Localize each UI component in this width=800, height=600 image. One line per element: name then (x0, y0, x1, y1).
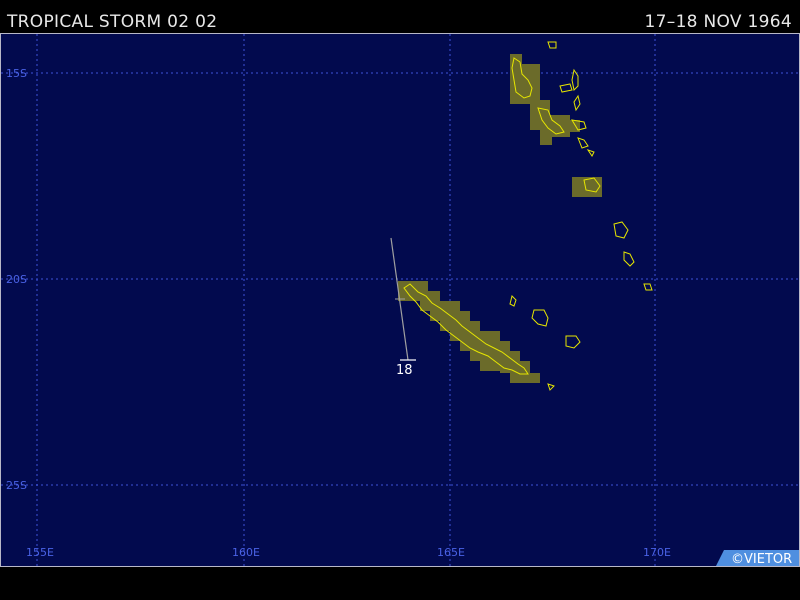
lat-label-15s: 15S (6, 67, 27, 80)
coast-tanna (623, 251, 635, 267)
lat-label-25s: 25S (6, 479, 27, 492)
lon-label-160e: 160E (232, 546, 260, 559)
lon-label-170e: 170E (643, 546, 671, 559)
track-day-label: 18 (396, 363, 413, 378)
coast-aneityum (643, 283, 653, 291)
map-canvas: 15S 20S 25S 155E 160E 165E 170E 18 ©VIET… (1, 34, 799, 567)
lon-label-155e: 155E (26, 546, 54, 559)
land-mask (398, 54, 602, 383)
coast-ouvea (509, 295, 517, 307)
bottom-bar (0, 567, 800, 600)
lon-label-165e: 165E (437, 546, 465, 559)
coast-ambae (559, 83, 573, 93)
coast-pentecost (573, 94, 581, 112)
coast-epi (577, 137, 589, 149)
coast-lifou (531, 309, 549, 327)
credit-badge: ©VIETOR (716, 550, 799, 567)
coast-isle-of-pines (547, 383, 555, 391)
lat-label-20s: 20S (6, 273, 27, 286)
coast-banks (547, 41, 557, 49)
coast-mare (565, 335, 581, 349)
storm-track: 18 (390, 237, 416, 378)
credit-text: ©VIETOR (731, 552, 792, 567)
coast-shepherd (586, 149, 595, 157)
coast-erromango (613, 221, 629, 239)
